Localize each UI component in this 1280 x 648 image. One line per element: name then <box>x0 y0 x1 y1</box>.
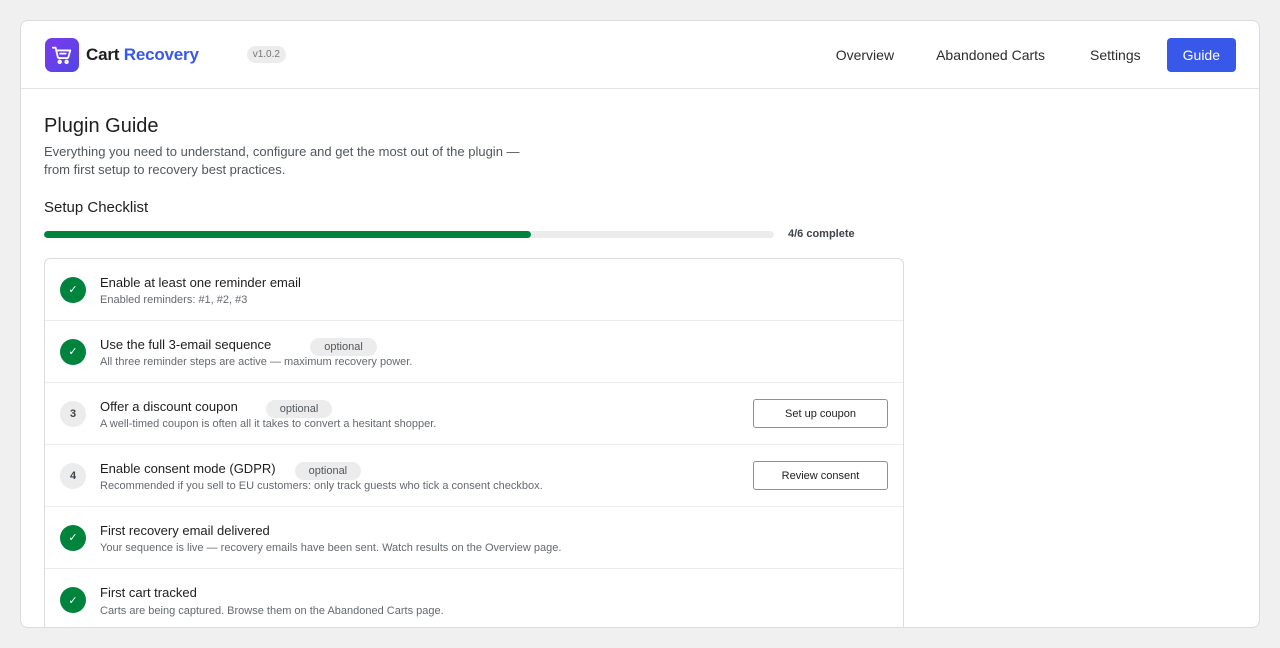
nav-guide[interactable]: Guide <box>1166 37 1236 72</box>
checklist-item: 4 Enable consent mode (GDPR) optional Re… <box>45 445 903 507</box>
item-text: Enable at least one reminder email Enabl… <box>100 273 888 307</box>
item-title-row: Offer a discount coupon optional <box>100 397 753 418</box>
main-nav: Overview Abandoned Carts Settings Guide <box>836 37 1236 72</box>
brand-name-part2: Recovery <box>123 44 199 64</box>
item-title-row: First recovery email delivered <box>100 521 888 539</box>
item-text: Use the full 3-email sequence optional A… <box>100 335 888 369</box>
item-text: Offer a discount coupon optional A well-… <box>100 397 753 431</box>
item-text: First recovery email delivered Your sequ… <box>100 521 888 555</box>
shopping-cart-icon <box>45 37 79 72</box>
top-bar: Cart Recovery v1.0.2 Overview Abandoned … <box>21 21 1259 89</box>
main-content: Plugin Guide Everything you need to unde… <box>21 89 1259 627</box>
progress-bar <box>44 230 774 238</box>
item-title-row: First cart tracked <box>100 584 888 602</box>
item-title: First cart tracked <box>100 585 197 600</box>
nav-overview[interactable]: Overview <box>836 39 894 71</box>
progress-row: 4/6 complete <box>44 228 1236 240</box>
brand-name-part1: Cart <box>86 44 120 64</box>
item-description: Recommended if you sell to EU customers:… <box>100 480 543 492</box>
item-description: Carts are being captured. Browse them on… <box>100 604 444 617</box>
brand-name: Cart Recovery <box>86 45 199 65</box>
checklist-item: ✓ First cart tracked Carts are being cap… <box>45 569 903 627</box>
item-description: A well-timed coupon is often all it take… <box>100 418 437 430</box>
checklist-item: ✓ Use the full 3-email sequence optional… <box>45 321 903 383</box>
progress-bar-fill <box>44 230 531 238</box>
version-badge: v1.0.2 <box>246 46 286 63</box>
item-text: Enable consent mode (GDPR) optional Reco… <box>100 459 753 493</box>
checklist-item: ✓ First recovery email delivered Your se… <box>45 507 903 569</box>
check-icon: ✓ <box>60 524 86 551</box>
optional-tag: optional <box>310 338 377 356</box>
item-description: Enabled reminders: #1, #2, #3 <box>100 294 248 306</box>
item-title: Offer a discount coupon <box>100 398 238 414</box>
check-icon: ✓ <box>60 276 86 303</box>
item-title: Enable at least one reminder email <box>100 274 301 290</box>
progress-label: 4/6 complete <box>788 228 855 240</box>
item-text: First cart tracked Carts are being captu… <box>100 584 888 617</box>
item-title: Enable consent mode (GDPR) <box>100 460 276 476</box>
checklist-title: Setup Checklist <box>44 199 149 216</box>
step-number: 4 <box>60 462 86 489</box>
check-icon: ✓ <box>60 338 86 365</box>
nav-abandoned-carts[interactable]: Abandoned Carts <box>936 39 1045 71</box>
page-title: Plugin Guide <box>44 115 159 137</box>
item-title-row: Enable at least one reminder email <box>100 273 888 291</box>
item-title: First recovery email delivered <box>100 522 270 538</box>
optional-tag: optional <box>265 400 333 418</box>
checklist: ✓ Enable at least one reminder email Ena… <box>44 258 904 627</box>
app-window: Cart Recovery v1.0.2 Overview Abandoned … <box>20 20 1260 628</box>
item-title: Use the full 3-email sequence <box>100 336 272 352</box>
item-title-row: Enable consent mode (GDPR) optional <box>100 459 753 480</box>
checklist-item: ✓ Enable at least one reminder email Ena… <box>45 259 903 321</box>
item-description: All three reminder steps are active — ma… <box>100 356 413 368</box>
step-number: 3 <box>60 400 86 427</box>
page-subtitle: Everything you need to understand, confi… <box>44 144 520 177</box>
item-description: Your sequence is live — recovery emails … <box>100 542 562 554</box>
nav-settings[interactable]: Settings <box>1090 39 1141 71</box>
review-consent-button[interactable]: Review consent <box>753 461 888 490</box>
checklist-item: 3 Offer a discount coupon optional A wel… <box>45 383 903 445</box>
check-icon: ✓ <box>60 587 86 613</box>
set-up-coupon-button[interactable]: Set up coupon <box>753 399 888 428</box>
optional-tag: optional <box>294 462 362 480</box>
item-title-row: Use the full 3-email sequence optional <box>100 335 888 356</box>
